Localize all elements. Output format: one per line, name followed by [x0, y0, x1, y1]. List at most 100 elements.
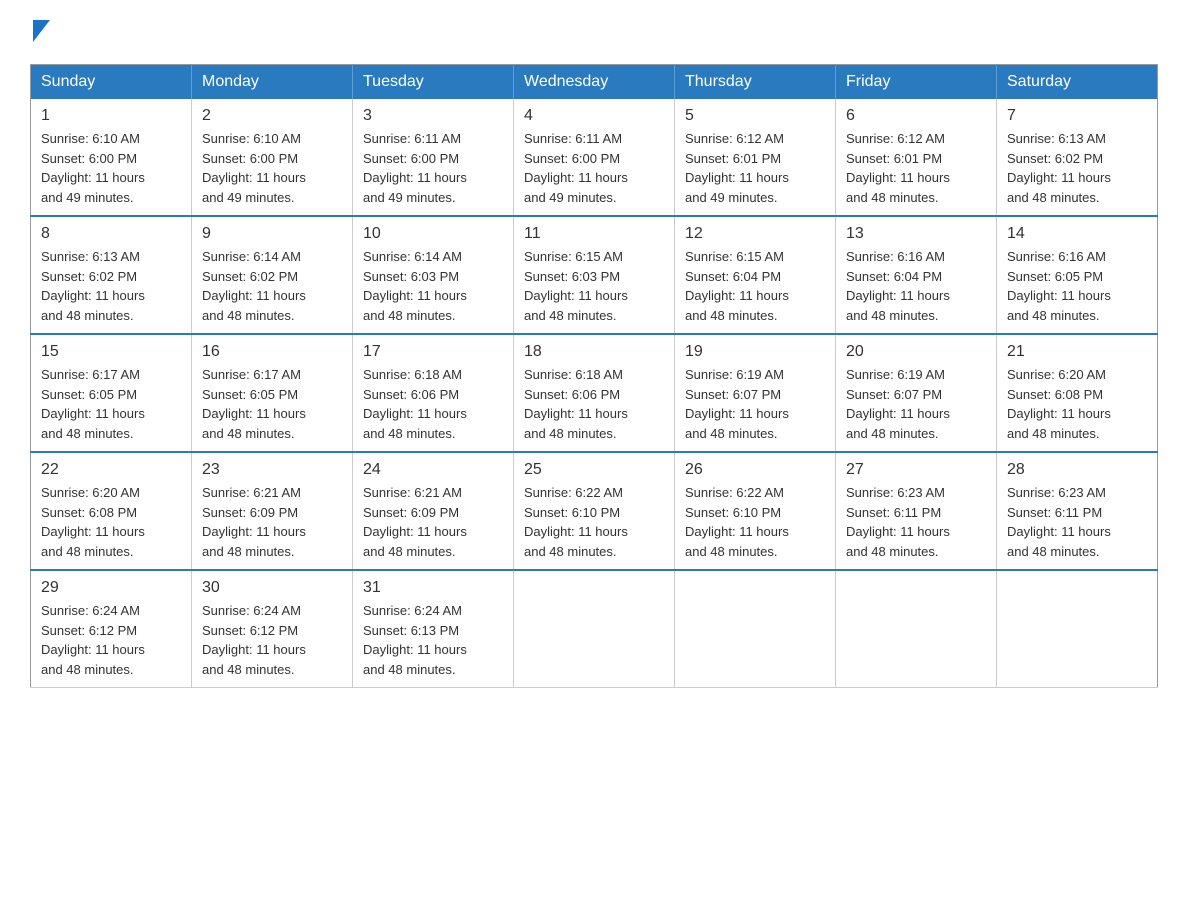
day-info: Sunrise: 6:10 AM Sunset: 6:00 PM Dayligh… — [41, 129, 181, 207]
day-number: 20 — [846, 343, 986, 361]
day-info: Sunrise: 6:15 AM Sunset: 6:03 PM Dayligh… — [524, 247, 664, 325]
day-info: Sunrise: 6:12 AM Sunset: 6:01 PM Dayligh… — [685, 129, 825, 207]
day-number: 30 — [202, 579, 342, 597]
calendar-day-cell: 10 Sunrise: 6:14 AM Sunset: 6:03 PM Dayl… — [353, 216, 514, 334]
day-info: Sunrise: 6:23 AM Sunset: 6:11 PM Dayligh… — [846, 483, 986, 561]
calendar-day-cell: 3 Sunrise: 6:11 AM Sunset: 6:00 PM Dayli… — [353, 99, 514, 216]
calendar-day-cell: 12 Sunrise: 6:15 AM Sunset: 6:04 PM Dayl… — [675, 216, 836, 334]
day-info: Sunrise: 6:24 AM Sunset: 6:13 PM Dayligh… — [363, 601, 503, 679]
calendar-day-cell: 7 Sunrise: 6:13 AM Sunset: 6:02 PM Dayli… — [997, 99, 1158, 216]
day-info: Sunrise: 6:21 AM Sunset: 6:09 PM Dayligh… — [202, 483, 342, 561]
day-number: 9 — [202, 225, 342, 243]
calendar-day-header: Saturday — [997, 65, 1158, 100]
day-number: 31 — [363, 579, 503, 597]
calendar-day-cell: 15 Sunrise: 6:17 AM Sunset: 6:05 PM Dayl… — [31, 334, 192, 452]
calendar-day-cell: 4 Sunrise: 6:11 AM Sunset: 6:00 PM Dayli… — [514, 99, 675, 216]
calendar-day-cell: 2 Sunrise: 6:10 AM Sunset: 6:00 PM Dayli… — [192, 99, 353, 216]
day-info: Sunrise: 6:13 AM Sunset: 6:02 PM Dayligh… — [1007, 129, 1147, 207]
calendar-day-cell: 8 Sunrise: 6:13 AM Sunset: 6:02 PM Dayli… — [31, 216, 192, 334]
calendar-day-cell: 14 Sunrise: 6:16 AM Sunset: 6:05 PM Dayl… — [997, 216, 1158, 334]
calendar-day-cell — [675, 570, 836, 688]
day-number: 12 — [685, 225, 825, 243]
day-number: 23 — [202, 461, 342, 479]
calendar-day-cell: 9 Sunrise: 6:14 AM Sunset: 6:02 PM Dayli… — [192, 216, 353, 334]
day-info: Sunrise: 6:20 AM Sunset: 6:08 PM Dayligh… — [41, 483, 181, 561]
calendar-day-cell: 29 Sunrise: 6:24 AM Sunset: 6:12 PM Dayl… — [31, 570, 192, 688]
day-number: 11 — [524, 225, 664, 243]
calendar-day-cell: 31 Sunrise: 6:24 AM Sunset: 6:13 PM Dayl… — [353, 570, 514, 688]
calendar-day-cell: 21 Sunrise: 6:20 AM Sunset: 6:08 PM Dayl… — [997, 334, 1158, 452]
calendar-day-cell: 24 Sunrise: 6:21 AM Sunset: 6:09 PM Dayl… — [353, 452, 514, 570]
calendar-day-header: Wednesday — [514, 65, 675, 100]
calendar-day-cell: 20 Sunrise: 6:19 AM Sunset: 6:07 PM Dayl… — [836, 334, 997, 452]
day-info: Sunrise: 6:11 AM Sunset: 6:00 PM Dayligh… — [524, 129, 664, 207]
day-number: 3 — [363, 107, 503, 125]
day-info: Sunrise: 6:20 AM Sunset: 6:08 PM Dayligh… — [1007, 365, 1147, 443]
day-info: Sunrise: 6:24 AM Sunset: 6:12 PM Dayligh… — [41, 601, 181, 679]
calendar-week-row: 29 Sunrise: 6:24 AM Sunset: 6:12 PM Dayl… — [31, 570, 1158, 688]
calendar-day-header: Monday — [192, 65, 353, 100]
calendar-day-cell: 18 Sunrise: 6:18 AM Sunset: 6:06 PM Dayl… — [514, 334, 675, 452]
day-number: 26 — [685, 461, 825, 479]
day-number: 14 — [1007, 225, 1147, 243]
day-number: 19 — [685, 343, 825, 361]
day-number: 25 — [524, 461, 664, 479]
day-info: Sunrise: 6:19 AM Sunset: 6:07 PM Dayligh… — [685, 365, 825, 443]
day-info: Sunrise: 6:12 AM Sunset: 6:01 PM Dayligh… — [846, 129, 986, 207]
calendar-day-cell: 6 Sunrise: 6:12 AM Sunset: 6:01 PM Dayli… — [836, 99, 997, 216]
calendar-day-header: Tuesday — [353, 65, 514, 100]
calendar-day-header: Sunday — [31, 65, 192, 100]
day-info: Sunrise: 6:22 AM Sunset: 6:10 PM Dayligh… — [685, 483, 825, 561]
calendar-day-cell: 13 Sunrise: 6:16 AM Sunset: 6:04 PM Dayl… — [836, 216, 997, 334]
calendar-week-row: 15 Sunrise: 6:17 AM Sunset: 6:05 PM Dayl… — [31, 334, 1158, 452]
day-info: Sunrise: 6:21 AM Sunset: 6:09 PM Dayligh… — [363, 483, 503, 561]
day-info: Sunrise: 6:17 AM Sunset: 6:05 PM Dayligh… — [202, 365, 342, 443]
day-info: Sunrise: 6:18 AM Sunset: 6:06 PM Dayligh… — [524, 365, 664, 443]
day-number: 18 — [524, 343, 664, 361]
day-number: 15 — [41, 343, 181, 361]
day-number: 16 — [202, 343, 342, 361]
calendar-day-cell: 22 Sunrise: 6:20 AM Sunset: 6:08 PM Dayl… — [31, 452, 192, 570]
day-number: 22 — [41, 461, 181, 479]
day-number: 8 — [41, 225, 181, 243]
day-info: Sunrise: 6:22 AM Sunset: 6:10 PM Dayligh… — [524, 483, 664, 561]
logo-triangle-icon — [33, 20, 50, 42]
day-info: Sunrise: 6:15 AM Sunset: 6:04 PM Dayligh… — [685, 247, 825, 325]
calendar-day-cell: 19 Sunrise: 6:19 AM Sunset: 6:07 PM Dayl… — [675, 334, 836, 452]
calendar-day-cell: 27 Sunrise: 6:23 AM Sunset: 6:11 PM Dayl… — [836, 452, 997, 570]
day-info: Sunrise: 6:14 AM Sunset: 6:02 PM Dayligh… — [202, 247, 342, 325]
calendar-day-cell — [997, 570, 1158, 688]
calendar-day-cell: 17 Sunrise: 6:18 AM Sunset: 6:06 PM Dayl… — [353, 334, 514, 452]
calendar-day-cell: 11 Sunrise: 6:15 AM Sunset: 6:03 PM Dayl… — [514, 216, 675, 334]
calendar-day-cell: 16 Sunrise: 6:17 AM Sunset: 6:05 PM Dayl… — [192, 334, 353, 452]
day-info: Sunrise: 6:14 AM Sunset: 6:03 PM Dayligh… — [363, 247, 503, 325]
day-number: 21 — [1007, 343, 1147, 361]
calendar-day-header: Friday — [836, 65, 997, 100]
day-number: 13 — [846, 225, 986, 243]
day-number: 29 — [41, 579, 181, 597]
calendar-week-row: 22 Sunrise: 6:20 AM Sunset: 6:08 PM Dayl… — [31, 452, 1158, 570]
day-info: Sunrise: 6:16 AM Sunset: 6:05 PM Dayligh… — [1007, 247, 1147, 325]
calendar-week-row: 1 Sunrise: 6:10 AM Sunset: 6:00 PM Dayli… — [31, 99, 1158, 216]
day-number: 10 — [363, 225, 503, 243]
day-number: 1 — [41, 107, 181, 125]
calendar-day-cell: 5 Sunrise: 6:12 AM Sunset: 6:01 PM Dayli… — [675, 99, 836, 216]
day-number: 24 — [363, 461, 503, 479]
calendar-day-cell: 1 Sunrise: 6:10 AM Sunset: 6:00 PM Dayli… — [31, 99, 192, 216]
day-number: 6 — [846, 107, 986, 125]
day-number: 27 — [846, 461, 986, 479]
calendar-day-cell — [836, 570, 997, 688]
day-info: Sunrise: 6:13 AM Sunset: 6:02 PM Dayligh… — [41, 247, 181, 325]
day-info: Sunrise: 6:19 AM Sunset: 6:07 PM Dayligh… — [846, 365, 986, 443]
calendar-table: SundayMondayTuesdayWednesdayThursdayFrid… — [30, 64, 1158, 688]
calendar-week-row: 8 Sunrise: 6:13 AM Sunset: 6:02 PM Dayli… — [31, 216, 1158, 334]
page-header — [30, 20, 1158, 44]
day-number: 17 — [363, 343, 503, 361]
logo — [30, 20, 50, 44]
day-number: 28 — [1007, 461, 1147, 479]
day-info: Sunrise: 6:10 AM Sunset: 6:00 PM Dayligh… — [202, 129, 342, 207]
calendar-day-header: Thursday — [675, 65, 836, 100]
day-info: Sunrise: 6:18 AM Sunset: 6:06 PM Dayligh… — [363, 365, 503, 443]
calendar-day-cell: 23 Sunrise: 6:21 AM Sunset: 6:09 PM Dayl… — [192, 452, 353, 570]
day-info: Sunrise: 6:17 AM Sunset: 6:05 PM Dayligh… — [41, 365, 181, 443]
